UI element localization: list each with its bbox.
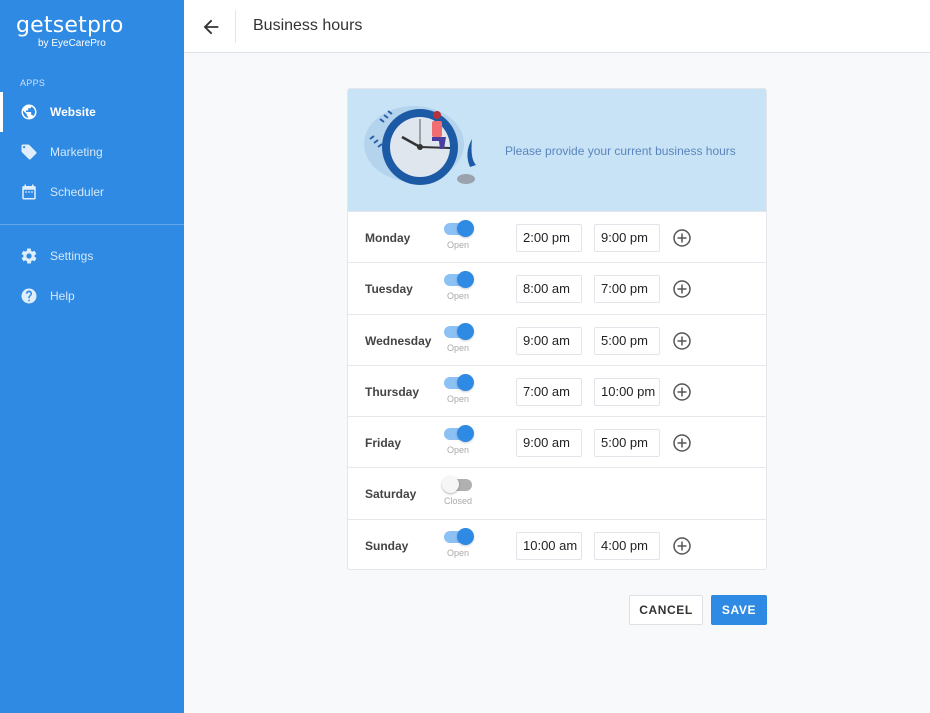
sidebar: getsetpro by EyeCarePro APPS Website Mar… — [0, 0, 184, 713]
sidebar-item-website[interactable]: Website — [0, 92, 184, 132]
opening-time-input[interactable]: 10:00 am — [516, 531, 582, 560]
page-title: Business hours — [253, 17, 363, 34]
status-label: Closed — [443, 496, 472, 507]
add-hours-plus-circle-icon[interactable] — [672, 228, 692, 248]
open-toggle[interactable] — [442, 220, 474, 237]
closing-time-input[interactable]: 9:00 pm — [594, 224, 660, 252]
opening-time-input[interactable]: 7:00 am — [516, 377, 582, 406]
open-toggle[interactable] — [442, 476, 474, 494]
day-row-sunday: Sunday Open 10:00 am 4:00 pm — [348, 520, 766, 569]
closing-time-input[interactable]: 7:00 pm — [594, 275, 660, 304]
sidebar-item-label: Website — [50, 105, 96, 119]
add-hours-plus-circle-icon[interactable] — [672, 331, 692, 351]
day-label: Monday — [365, 231, 411, 245]
day-row-thursday: Thursday Open 7:00 am 10:00 pm — [348, 366, 766, 418]
open-toggle[interactable] — [442, 271, 474, 289]
back-arrow-icon[interactable] — [200, 16, 222, 38]
opening-time-input[interactable]: 9:00 am — [516, 326, 582, 355]
closing-time-input[interactable]: 5:00 pm — [594, 429, 660, 458]
tag-icon — [20, 143, 38, 161]
closing-time-input[interactable]: 4:00 pm — [594, 531, 660, 560]
day-label: Saturday — [365, 487, 417, 502]
day-row-wednesday: Wednesday Open 9:00 am 5:00 pm — [348, 315, 766, 366]
sidebar-divider — [0, 224, 184, 225]
add-hours-plus-circle-icon[interactable] — [672, 279, 692, 299]
open-toggle[interactable] — [442, 322, 474, 340]
sidebar-item-label: Help — [50, 289, 75, 303]
status-label: Open — [446, 393, 470, 404]
save-button[interactable]: SAVE — [711, 595, 767, 625]
opening-time-input[interactable]: 2:00 pm — [516, 224, 582, 252]
add-hours-plus-circle-icon[interactable] — [672, 433, 692, 453]
status-label: Open — [446, 291, 470, 302]
sidebar-item-label: Marketing — [50, 145, 103, 159]
day-label: Wednesday — [365, 333, 432, 348]
clock-illustration-icon — [362, 99, 484, 196]
add-hours-plus-circle-icon[interactable] — [672, 382, 692, 402]
sidebar-item-scheduler[interactable]: Scheduler — [0, 172, 184, 212]
status-label: Open — [446, 342, 470, 353]
info-banner: Please provide your current business hou… — [348, 89, 766, 212]
day-label: Tuesday — [365, 282, 413, 297]
sidebar-item-label: Scheduler — [50, 185, 105, 199]
toggle-knob — [457, 425, 474, 443]
day-label: Thursday — [365, 384, 420, 399]
banner-text: Please provide your current business hou… — [505, 144, 736, 158]
header-divider — [235, 10, 236, 43]
closing-time-input[interactable]: 5:00 pm — [594, 326, 660, 355]
toggle-knob — [457, 322, 474, 340]
day-row-tuesday: Tuesday Open 8:00 am 7:00 pm — [348, 263, 766, 315]
toggle-knob — [457, 220, 474, 237]
logo: getsetpro by EyeCarePro — [16, 14, 124, 50]
toggle-knob — [457, 271, 474, 289]
gear-icon — [20, 247, 38, 265]
sidebar-item-label: Settings — [50, 249, 94, 263]
day-label: Sunday — [365, 538, 409, 553]
opening-time-input[interactable]: 8:00 am — [516, 275, 582, 304]
day-row-monday: Monday Open 2:00 pm 9:00 pm — [348, 212, 766, 264]
cancel-button[interactable]: CANCEL — [629, 595, 703, 625]
open-toggle[interactable] — [442, 373, 474, 391]
sidebar-item-marketing[interactable]: Marketing — [0, 132, 184, 172]
business-hours-card: Please provide your current business hou… — [347, 88, 767, 570]
status-label: Open — [446, 240, 470, 250]
add-hours-plus-circle-icon[interactable] — [672, 536, 692, 556]
toggle-knob — [457, 373, 474, 391]
day-row-friday: Friday Open 9:00 am 5:00 pm — [348, 417, 766, 469]
logo-main: getsetpro — [16, 13, 124, 38]
opening-time-input[interactable]: 9:00 am — [516, 429, 582, 458]
open-toggle[interactable] — [442, 425, 474, 443]
calendar-icon — [20, 183, 38, 201]
closing-time-input[interactable]: 10:00 pm — [594, 377, 660, 406]
sidebar-item-settings[interactable]: Settings — [0, 236, 184, 276]
status-label: Open — [446, 445, 470, 456]
top-bar: Business hours — [184, 0, 930, 53]
logo-sub: by EyeCarePro — [38, 38, 106, 49]
toggle-knob — [457, 527, 474, 545]
open-toggle[interactable] — [442, 527, 474, 545]
help-icon — [20, 287, 38, 305]
status-label: Open — [446, 547, 470, 558]
sidebar-item-help[interactable]: Help — [0, 276, 184, 316]
globe-icon — [20, 103, 38, 121]
day-label: Friday — [365, 436, 402, 451]
apps-section-label: APPS — [20, 78, 46, 88]
day-row-saturday: Saturday Closed — [348, 468, 766, 520]
